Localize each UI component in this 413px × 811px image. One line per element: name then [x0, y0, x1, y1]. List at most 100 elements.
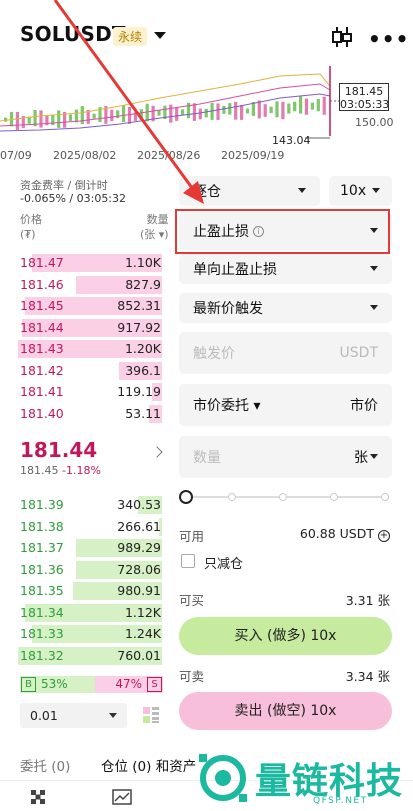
order-qty: 396.1 — [125, 362, 161, 378]
order-price: 181.38 — [20, 518, 64, 534]
order-qty: 852.31 — [117, 298, 161, 313]
current-price-tag: 181.45 03:05:33 — [339, 83, 389, 111]
quantity-input[interactable]: 数量 张 — [179, 436, 392, 478]
bid-row[interactable]: 181.37 989.29 — [0, 537, 175, 559]
buy-badge: B — [21, 677, 36, 692]
more-icon[interactable]: ••• — [368, 27, 409, 51]
slider-track[interactable] — [187, 496, 387, 498]
order-qty: 917.92 — [117, 319, 161, 335]
slider-step-dot[interactable] — [381, 493, 389, 501]
reduce-only-label[interactable]: 只减仓 — [204, 553, 243, 572]
candle — [68, 114, 73, 121]
margin-mode-select[interactable]: 逐仓 — [179, 176, 320, 206]
qty-unit[interactable]: (张 ▾) — [140, 227, 169, 242]
bid-row[interactable]: 181.32 760.01 — [0, 645, 175, 667]
order-price: 181.44 — [20, 319, 64, 335]
ask-row[interactable]: 181.42 396.1 — [0, 360, 175, 382]
candle — [228, 103, 232, 115]
date-label: 2025/08/02 — [53, 149, 117, 162]
candle — [51, 115, 55, 126]
precision-select[interactable]: 0.01 — [20, 703, 127, 728]
sell-badge: S — [147, 677, 162, 692]
candle — [175, 107, 179, 121]
tab-positions[interactable]: 仓位 (0) 和资产 — [101, 755, 196, 775]
transfer-plus-icon[interactable]: + — [378, 530, 390, 542]
order-qty: 1.24K — [124, 626, 161, 641]
can-buy-value: 3.31 张 — [345, 593, 390, 608]
ask-row[interactable]: 181.44 917.92 — [0, 317, 175, 339]
candlestick-icon[interactable] — [331, 25, 353, 49]
order-price: 181.32 — [20, 647, 64, 663]
can-sell-value: 3.34 张 — [345, 669, 390, 684]
execution-type-text: 市价委托 — [193, 398, 249, 414]
ask-row[interactable]: 181.45 852.31 — [0, 295, 175, 317]
bid-list: 181.39 340.53 181.38 266.61 181.37 989.29 181.… — [0, 494, 175, 666]
execution-type-input[interactable]: 市价委托 ▾ 市价 — [179, 384, 392, 426]
book-layout-icon[interactable] — [142, 706, 160, 724]
ask-row[interactable]: 181.46 827.9 — [0, 274, 175, 296]
can-buy-label: 可买 — [179, 593, 205, 608]
order-qty: 1.12K — [124, 604, 161, 620]
ask-row[interactable]: 181.43 1.20K — [0, 338, 175, 360]
candle — [310, 102, 314, 110]
tab-orders[interactable]: 委托 (0) — [20, 755, 70, 775]
buy-long-button[interactable]: 买入 (做多) 10x — [179, 617, 392, 655]
candle — [169, 104, 173, 123]
last-price: 181.44 — [20, 438, 98, 462]
slider-knob[interactable] — [179, 490, 193, 504]
order-price: 181.46 — [20, 276, 64, 292]
bid-row[interactable]: 181.34 1.12K — [0, 602, 175, 624]
order-qty: 827.9 — [125, 276, 161, 292]
candle — [322, 96, 326, 115]
bid-row[interactable]: 181.39 340.53 — [0, 494, 175, 516]
trigger-price-input[interactable]: 触发价 USDT — [179, 332, 392, 374]
bid-row[interactable]: 181.35 980.91 — [0, 580, 175, 602]
candle — [74, 109, 78, 123]
candle — [251, 101, 255, 116]
tpsl-mode-select[interactable]: 单向止盈止损 — [179, 254, 392, 284]
price-axis-label: 150.00 — [355, 116, 394, 129]
candle — [316, 99, 320, 112]
candle — [299, 96, 303, 114]
can-sell-label: 可卖 — [179, 669, 205, 684]
ask-row[interactable]: 181.47 1.10K — [0, 252, 175, 274]
order-price: 181.45 — [20, 298, 64, 313]
qty-column-header[interactable]: 数量 (张 ▾) — [140, 212, 169, 242]
bid-row[interactable]: 181.38 266.61 — [0, 516, 175, 538]
candle — [92, 113, 96, 119]
funding-rate-title: 资金费率 / 倒计时 — [20, 179, 108, 192]
ask-row[interactable]: 181.40 53.11 — [0, 403, 175, 425]
slider-step-dot[interactable] — [279, 493, 287, 501]
trigger-type-select[interactable]: 最新价触发 — [179, 293, 392, 323]
buy-percent: 53% — [41, 677, 68, 691]
bid-row[interactable]: 181.36 728.06 — [0, 559, 175, 581]
mark-price-change: 181.45 -1.18% — [20, 464, 101, 477]
chart-icon[interactable] — [112, 789, 132, 805]
bid-row[interactable]: 181.33 1.24K — [0, 623, 175, 645]
sell-short-button[interactable]: 卖出 (做空) 10x — [179, 692, 392, 730]
candle — [275, 101, 279, 118]
watermark-logo — [199, 754, 247, 802]
candle — [222, 106, 226, 114]
grid-icon[interactable] — [30, 789, 46, 805]
slider-step-dot[interactable] — [228, 493, 236, 501]
chevron-right-icon[interactable] — [151, 446, 163, 458]
slider-step-dot[interactable] — [330, 493, 338, 501]
caret-down-icon — [372, 188, 380, 193]
quantity-unit[interactable]: 张 — [354, 447, 368, 467]
chevron-down-icon[interactable] — [154, 32, 166, 39]
order-price: 181.43 — [20, 341, 64, 356]
caret-down-icon — [370, 454, 378, 459]
leverage-select[interactable]: 10x — [329, 176, 392, 206]
quantity-slider[interactable] — [179, 489, 389, 505]
reduce-only-checkbox[interactable] — [181, 554, 195, 568]
candle — [57, 110, 61, 128]
order-qty: 1.10K — [124, 255, 161, 270]
candle — [157, 110, 161, 116]
symbol-title[interactable]: SOLUSDT — [20, 22, 126, 46]
execution-type-label[interactable]: 市价委托 ▾ — [193, 395, 260, 415]
ask-row[interactable]: 181.41 119.19 — [0, 381, 175, 403]
candle — [240, 104, 244, 120]
precision-value: 0.01 — [30, 708, 58, 723]
current-price: 181.45 — [344, 85, 384, 98]
